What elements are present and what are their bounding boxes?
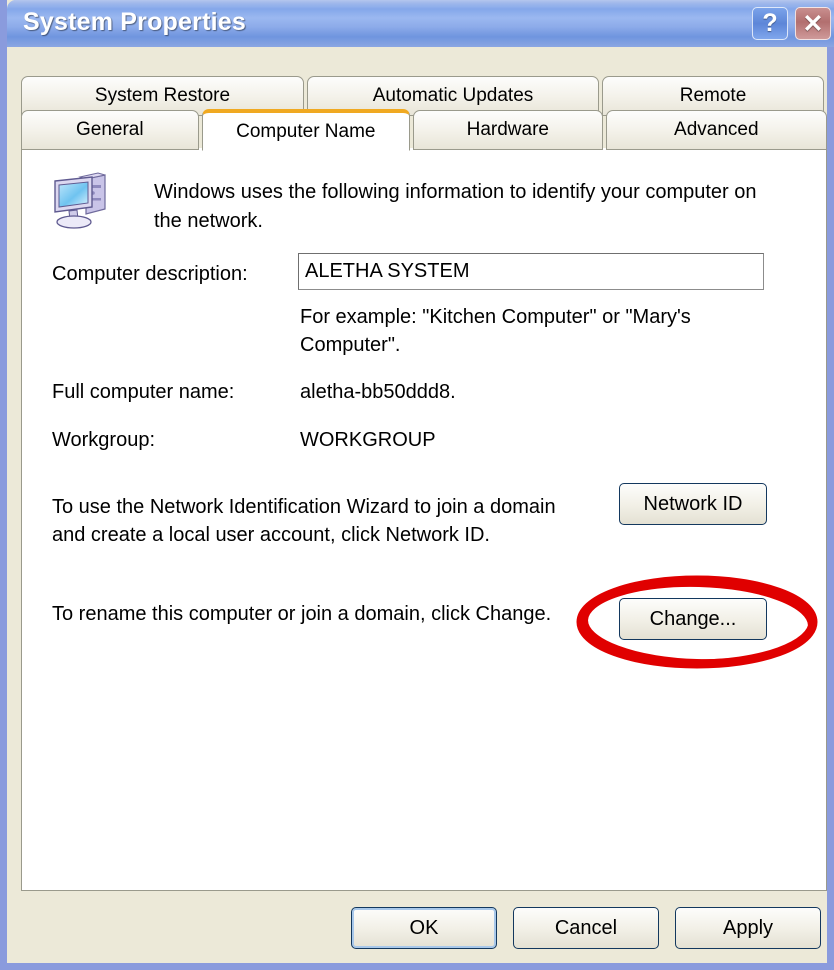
close-icon[interactable]: ✕ bbox=[795, 7, 831, 40]
tab-row-bottom: General Computer Name Hardware Advanced bbox=[21, 109, 828, 151]
full-computer-name-value: aletha-bb50ddd8. bbox=[300, 381, 456, 403]
cancel-button[interactable]: Cancel bbox=[513, 907, 659, 949]
computer-description-input[interactable] bbox=[298, 253, 764, 290]
tab-general[interactable]: General bbox=[21, 110, 199, 150]
network-id-button[interactable]: Network ID bbox=[619, 483, 767, 525]
rename-description: To rename this computer or join a domain… bbox=[52, 603, 552, 625]
apply-button[interactable]: Apply bbox=[675, 907, 821, 949]
workgroup-label: Workgroup: bbox=[52, 429, 156, 451]
full-computer-name-label: Full computer name: bbox=[52, 381, 235, 403]
computer-name-panel: Windows uses the following information t… bbox=[21, 148, 827, 891]
titlebar-buttons: ? ✕ bbox=[752, 7, 831, 40]
tab-hardware[interactable]: Hardware bbox=[413, 110, 603, 150]
computer-icon bbox=[50, 171, 112, 231]
system-properties-dialog: System Properties ? ✕ System Restore Aut… bbox=[0, 0, 834, 970]
tab-strip: System Restore Automatic Updates Remote … bbox=[21, 76, 828, 151]
computer-description-hint: For example: "Kitchen Computer" or "Mary… bbox=[300, 306, 691, 356]
workgroup-value: WORKGROUP bbox=[300, 429, 436, 451]
window-title: System Properties bbox=[23, 8, 246, 36]
ok-button[interactable]: OK bbox=[351, 907, 497, 949]
dialog-footer: OK Cancel Apply bbox=[7, 900, 827, 956]
panel-intro-text: Windows uses the following information t… bbox=[154, 181, 757, 232]
titlebar: System Properties ? ✕ bbox=[7, 0, 834, 47]
tab-advanced[interactable]: Advanced bbox=[605, 110, 828, 150]
tab-computer-name[interactable]: Computer Name bbox=[201, 109, 411, 151]
change-button[interactable]: Change... bbox=[619, 598, 767, 640]
computer-description-label: Computer description: bbox=[52, 263, 248, 285]
help-icon[interactable]: ? bbox=[752, 7, 788, 40]
network-id-description: To use the Network Identification Wizard… bbox=[52, 496, 556, 546]
